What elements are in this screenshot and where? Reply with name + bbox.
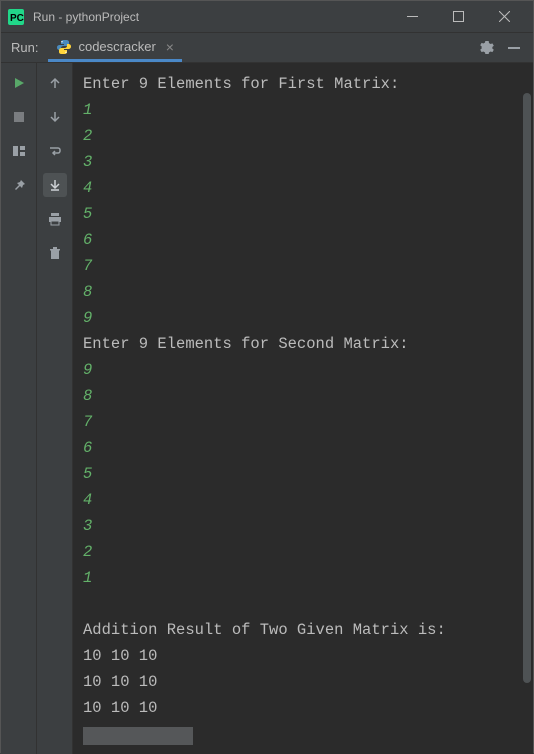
output-line: 3 — [83, 149, 523, 175]
console-action-gutter — [37, 63, 73, 754]
output-line: 7 — [83, 253, 523, 279]
output-line: 7 — [83, 409, 523, 435]
pycharm-app-icon: PC — [7, 8, 25, 26]
close-button[interactable] — [481, 2, 527, 32]
console-caret — [83, 727, 193, 745]
output-line: 10 10 10 — [83, 669, 523, 695]
output-line: 8 — [83, 383, 523, 409]
run-body: Enter 9 Elements for First Matrix: 12345… — [1, 63, 533, 754]
output-line: 10 10 10 — [83, 643, 523, 669]
output-line: 9 — [83, 305, 523, 331]
run-tab[interactable]: codescracker × — [48, 34, 182, 62]
output-line: Enter 9 Elements for Second Matrix: — [83, 331, 523, 357]
output-line: 4 — [83, 175, 523, 201]
python-file-icon — [56, 39, 72, 55]
output-line: 2 — [83, 539, 523, 565]
output-line: 4 — [83, 487, 523, 513]
svg-text:PC: PC — [10, 13, 24, 24]
layout-button[interactable] — [7, 139, 31, 163]
output-line: Addition Result of Two Given Matrix is: — [83, 617, 523, 643]
output-line: 8 — [83, 279, 523, 305]
output-line: 5 — [83, 201, 523, 227]
scroll-up-button[interactable] — [43, 71, 67, 95]
window-controls — [389, 2, 527, 32]
run-tab-name: codescracker — [78, 39, 155, 54]
scroll-down-button[interactable] — [43, 105, 67, 129]
stop-button[interactable] — [7, 105, 31, 129]
print-button[interactable] — [43, 207, 67, 231]
run-toolwindow-header: Run: codescracker × — [1, 33, 533, 63]
output-line — [83, 591, 523, 617]
minimize-button[interactable] — [389, 2, 435, 32]
clear-button[interactable] — [43, 241, 67, 265]
maximize-button[interactable] — [435, 2, 481, 32]
close-tab-icon[interactable]: × — [166, 39, 174, 55]
window-titlebar: PC Run - pythonProject — [1, 1, 533, 33]
output-line: 3 — [83, 513, 523, 539]
run-label: Run: — [11, 40, 38, 55]
vertical-scrollbar[interactable] — [523, 93, 531, 683]
output-line: 1 — [83, 565, 523, 591]
output-line: 2 — [83, 123, 523, 149]
window-title: Run - pythonProject — [33, 10, 389, 24]
output-line: 5 — [83, 461, 523, 487]
run-button[interactable] — [7, 71, 31, 95]
soft-wrap-button[interactable] — [43, 139, 67, 163]
console-output[interactable]: Enter 9 Elements for First Matrix: 12345… — [73, 63, 533, 754]
hide-toolwindow-button[interactable] — [503, 37, 525, 59]
settings-button[interactable] — [475, 37, 497, 59]
output-line: 1 — [83, 97, 523, 123]
output-line: 6 — [83, 227, 523, 253]
scroll-to-end-button[interactable] — [43, 173, 67, 197]
output-line: 9 — [83, 357, 523, 383]
pin-button[interactable] — [7, 173, 31, 197]
run-action-gutter — [1, 63, 37, 754]
output-line: 10 10 10 — [83, 695, 523, 721]
output-line: 6 — [83, 435, 523, 461]
output-line: Enter 9 Elements for First Matrix: — [83, 71, 523, 97]
